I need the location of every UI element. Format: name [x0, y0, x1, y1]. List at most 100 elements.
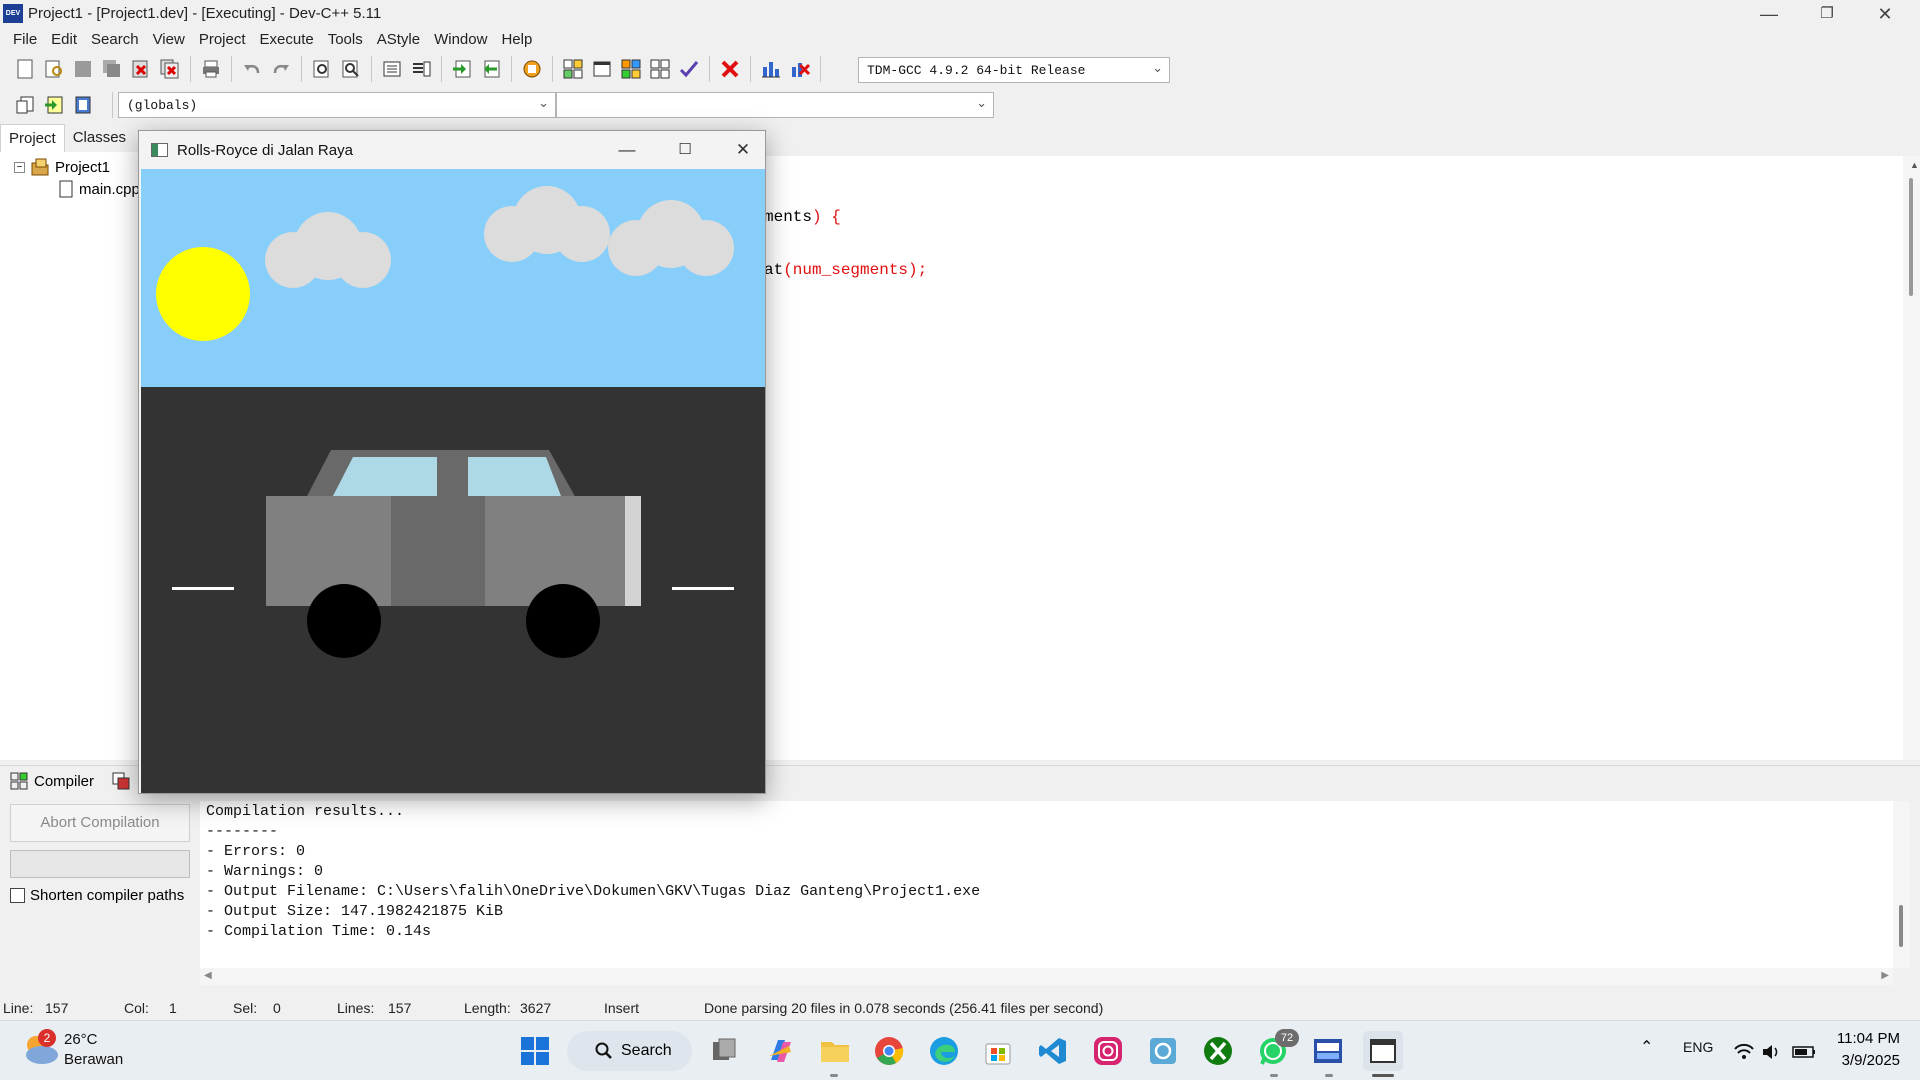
clock-date[interactable]: 3/9/2025 [1830, 1052, 1900, 1069]
restore-button[interactable]: ❐ [1798, 0, 1856, 29]
folder-icon [821, 1042, 849, 1062]
window-icon [593, 61, 611, 77]
menu-file[interactable]: File [6, 29, 44, 53]
tree-item-project[interactable]: − Project1 [14, 157, 110, 177]
devcpp-taskbar-button[interactable] [1308, 1031, 1348, 1071]
graphics-window-titlebar[interactable]: Rolls-Royce di Jalan Raya — ☐ ✕ [139, 131, 765, 169]
open-project-button[interactable] [41, 56, 67, 82]
xbox-button[interactable] [1198, 1031, 1238, 1071]
log-vertical-scrollbar[interactable] [1893, 801, 1910, 968]
save-all-button[interactable] [99, 56, 125, 82]
close-file-button[interactable] [128, 56, 154, 82]
edge-button[interactable] [924, 1031, 964, 1071]
editor-scrollbar[interactable]: ▲ [1903, 156, 1920, 760]
delete-profile-button[interactable] [787, 56, 813, 82]
tray-overflow-icon[interactable]: ⌃ [1640, 1037, 1653, 1057]
graphics-maximize-button[interactable]: ☐ [665, 137, 705, 163]
fullscreen-button[interactable] [589, 56, 615, 82]
stop-icon [721, 60, 739, 78]
insert-button[interactable] [12, 92, 38, 118]
stop-execution-button[interactable] [717, 56, 743, 82]
scope-select[interactable]: (globals) ⌄ [118, 92, 556, 118]
tab-project[interactable]: Project [0, 124, 65, 152]
task-view-button[interactable] [705, 1031, 745, 1071]
shorten-paths-checkbox[interactable] [10, 888, 25, 903]
tray-status[interactable] [1733, 1041, 1825, 1067]
chrome-button[interactable] [869, 1031, 909, 1071]
shorten-paths-option[interactable]: Shorten compiler paths [10, 887, 184, 904]
file-explorer-button[interactable] [815, 1031, 855, 1071]
app-window-icon [1370, 1039, 1396, 1063]
menu-search[interactable]: Search [84, 29, 146, 53]
replace-button[interactable] [338, 56, 364, 82]
tab-classes[interactable]: Classes [65, 124, 134, 152]
instagram-button[interactable] [1088, 1031, 1128, 1071]
start-button[interactable] [515, 1031, 555, 1071]
scroll-up-icon[interactable]: ▲ [1910, 160, 1919, 170]
function-select[interactable]: ⌄ [556, 92, 994, 118]
scroll-right-icon[interactable]: ▶ [1881, 970, 1889, 981]
weather-description: Berawan [64, 1051, 124, 1068]
tree-item-project-label: Project1 [55, 158, 111, 176]
tab-resources[interactable] [112, 772, 130, 790]
menu-window[interactable]: Window [427, 29, 494, 53]
menu-tools[interactable]: Tools [321, 29, 370, 53]
menu-bar: File Edit Search View Project Execute To… [0, 29, 1920, 53]
editor-scroll-thumb[interactable] [1909, 178, 1913, 296]
graphics-window[interactable]: Rolls-Royce di Jalan Raya — ☐ ✕ [138, 130, 766, 794]
close-all-button[interactable] [157, 56, 183, 82]
collapse-icon[interactable]: − [14, 161, 25, 173]
goto-back-button[interactable] [478, 56, 504, 82]
store-button[interactable] [978, 1031, 1018, 1071]
tab-compiler[interactable]: Compiler [10, 772, 94, 790]
menu-project[interactable]: Project [192, 29, 253, 53]
goto-bookmark-button[interactable] [70, 92, 96, 118]
copilot-button[interactable] [760, 1031, 800, 1071]
project-manager-button[interactable] [560, 56, 586, 82]
compile-button[interactable] [618, 56, 644, 82]
compiler-select[interactable]: TDM-GCC 4.9.2 64-bit Release ⌄ [858, 57, 1170, 83]
compile-log[interactable]: Compilation results... -------- - Errors… [200, 801, 1893, 968]
new-file-button[interactable] [12, 56, 38, 82]
scroll-left-icon[interactable]: ◀ [204, 970, 212, 981]
redo-button[interactable] [268, 56, 294, 82]
vscode-button[interactable] [1033, 1031, 1073, 1071]
find-button[interactable] [309, 56, 335, 82]
tree-item-file[interactable]: main.cpp [58, 180, 140, 198]
menu-view[interactable]: View [146, 29, 192, 53]
menu-execute[interactable]: Execute [253, 29, 321, 53]
chrome-icon [875, 1037, 904, 1065]
print-button[interactable] [198, 56, 224, 82]
log-line: - Warnings: 0 [206, 863, 324, 880]
graphics-close-button[interactable]: ✕ [723, 137, 763, 163]
whatsapp-button[interactable]: 72 [1253, 1029, 1299, 1071]
menu-help[interactable]: Help [494, 29, 539, 53]
close-button[interactable]: ✕ [1856, 0, 1914, 29]
abort-compilation-button[interactable]: Abort Compilation [10, 804, 190, 842]
indent-button[interactable] [379, 56, 405, 82]
find-icon [313, 60, 329, 78]
graphics-window-taskbar-button[interactable] [1363, 1031, 1403, 1071]
graphics-minimize-button[interactable]: — [607, 137, 647, 163]
syntax-check-button[interactable] [676, 56, 702, 82]
toggle-bookmark-button[interactable] [41, 92, 67, 118]
menu-edit[interactable]: Edit [44, 29, 84, 53]
save-button[interactable] [70, 56, 96, 82]
taskbar-search[interactable]: Search [567, 1031, 692, 1071]
toolbar-separator [441, 56, 442, 82]
unindent-button[interactable] [408, 56, 434, 82]
run-button[interactable] [647, 56, 673, 82]
minimize-button[interactable]: — [1740, 0, 1798, 29]
project-browser-tabs: Project Classes D [0, 124, 153, 152]
log-scroll-thumb[interactable] [1899, 905, 1903, 947]
status-bar: Line: 157 Col: 1 Sel: 0 Lines: 157 Lengt… [0, 996, 1920, 1020]
goto-button[interactable] [449, 56, 475, 82]
bookmark-button[interactable] [519, 56, 545, 82]
clock-time[interactable]: 11:04 PM [1830, 1030, 1900, 1047]
profile-button[interactable] [758, 56, 784, 82]
remote-app-button[interactable] [1143, 1031, 1183, 1071]
undo-button[interactable] [239, 56, 265, 82]
menu-astyle[interactable]: AStyle [370, 29, 427, 53]
language-indicator[interactable]: ENG [1683, 1039, 1713, 1055]
log-horizontal-scrollbar[interactable]: ◀ ▶ [200, 968, 1893, 985]
